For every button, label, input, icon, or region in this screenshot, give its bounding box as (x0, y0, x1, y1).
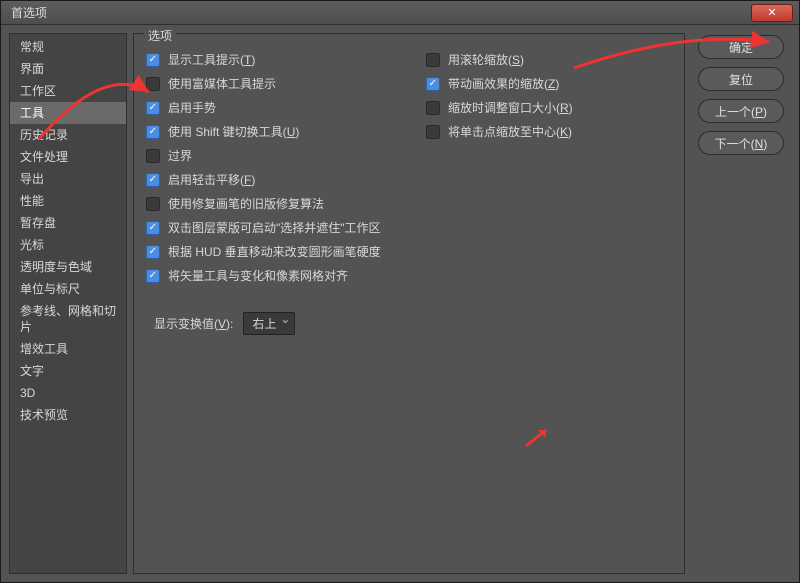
body: 常规 界面 工作区 工具 历史记录 文件处理 导出 性能 暂存盘 光标 透明度与… (1, 25, 799, 582)
sidebar-item-cursors[interactable]: 光标 (10, 234, 126, 256)
transform-values-row: 显示变换值(V): 右上 (134, 292, 684, 343)
opt-anim-zoom[interactable]: 带动画效果的缩放(Z) (426, 76, 626, 92)
prev-button[interactable]: 上一个(P) (698, 99, 784, 123)
checkbox[interactable] (146, 221, 160, 235)
checkbox[interactable] (426, 53, 440, 67)
opt-label: 过界 (168, 148, 192, 164)
preferences-window: 首选项 ✕ 常规 界面 工作区 工具 历史记录 文件处理 导出 性能 暂存盘 光… (0, 0, 800, 583)
sidebar-item-tools[interactable]: 工具 (10, 102, 126, 124)
dropdown-label: 显示变换值(V): (154, 315, 233, 332)
checkbox[interactable] (146, 269, 160, 283)
sidebar: 常规 界面 工作区 工具 历史记录 文件处理 导出 性能 暂存盘 光标 透明度与… (9, 33, 127, 574)
checkbox[interactable] (146, 197, 160, 211)
opt-label: 将单击点缩放至中心(K) (448, 124, 572, 140)
sidebar-item-type[interactable]: 文字 (10, 360, 126, 382)
checkbox[interactable] (146, 173, 160, 187)
opt-rich-tooltips[interactable]: 使用富媒体工具提示 (146, 76, 406, 92)
ok-button[interactable]: 确定 (698, 35, 784, 59)
opt-label: 显示工具提示(T) (168, 52, 255, 68)
opt-resize-window[interactable]: 缩放时调整窗口大小(R) (426, 100, 626, 116)
sidebar-item-techpreview[interactable]: 技术预览 (10, 404, 126, 426)
sidebar-item-workspace[interactable]: 工作区 (10, 80, 126, 102)
titlebar: 首选项 ✕ (1, 1, 799, 25)
window-title: 首选项 (11, 4, 751, 21)
opt-hud-hardness[interactable]: 根据 HUD 垂直移动来改变圆形画笔硬度 (146, 244, 406, 260)
opt-snap-vector[interactable]: 将矢量工具与变化和像素网格对齐 (146, 268, 406, 284)
sidebar-item-filehandling[interactable]: 文件处理 (10, 146, 126, 168)
opt-shift-switch[interactable]: 使用 Shift 键切换工具(U) (146, 124, 406, 140)
opt-label: 使用修复画笔的旧版修复算法 (168, 196, 324, 212)
options-grid: 显示工具提示(T) 使用富媒体工具提示 启用手势 使用 Shift 键切换工具(… (134, 34, 684, 292)
options-panel: 选项 显示工具提示(T) 使用富媒体工具提示 启用手势 使用 Shift 键切换… (133, 33, 685, 574)
opt-label: 双击图层蒙版可启动"选择并遮住"工作区 (168, 220, 381, 236)
opt-flick-pan[interactable]: 启用轻击平移(F) (146, 172, 406, 188)
opt-legacy-healing[interactable]: 使用修复画笔的旧版修复算法 (146, 196, 406, 212)
sidebar-item-general[interactable]: 常规 (10, 36, 126, 58)
sidebar-item-units[interactable]: 单位与标尺 (10, 278, 126, 300)
opt-overscroll[interactable]: 过界 (146, 148, 406, 164)
annotation-arrow-small (524, 424, 564, 457)
opt-label: 使用 Shift 键切换工具(U) (168, 124, 299, 140)
opt-label: 使用富媒体工具提示 (168, 76, 276, 92)
checkbox[interactable] (426, 125, 440, 139)
opt-scroll-zoom[interactable]: 用滚轮缩放(S) (426, 52, 626, 68)
opt-label: 缩放时调整窗口大小(R) (448, 100, 573, 116)
checkbox[interactable] (426, 77, 440, 91)
sidebar-item-3d[interactable]: 3D (10, 382, 126, 404)
checkbox[interactable] (426, 101, 440, 115)
opt-label: 启用轻击平移(F) (168, 172, 255, 188)
checkbox[interactable] (146, 53, 160, 67)
options-col-right: 用滚轮缩放(S) 带动画效果的缩放(Z) 缩放时调整窗口大小(R) 将单击点缩放… (426, 52, 626, 284)
group-label: 选项 (144, 27, 176, 44)
opt-gestures[interactable]: 启用手势 (146, 100, 406, 116)
opt-label: 启用手势 (168, 100, 216, 116)
options-col-left: 显示工具提示(T) 使用富媒体工具提示 启用手势 使用 Shift 键切换工具(… (146, 52, 406, 284)
opt-click-center[interactable]: 将单击点缩放至中心(K) (426, 124, 626, 140)
sidebar-item-export[interactable]: 导出 (10, 168, 126, 190)
opt-show-tooltips[interactable]: 显示工具提示(T) (146, 52, 406, 68)
sidebar-item-transparency[interactable]: 透明度与色域 (10, 256, 126, 278)
close-button[interactable]: ✕ (751, 4, 793, 22)
checkbox[interactable] (146, 149, 160, 163)
opt-label: 带动画效果的缩放(Z) (448, 76, 559, 92)
opt-label: 用滚轮缩放(S) (448, 52, 524, 68)
checkbox[interactable] (146, 77, 160, 91)
opt-label: 将矢量工具与变化和像素网格对齐 (168, 268, 348, 284)
reset-button[interactable]: 复位 (698, 67, 784, 91)
checkbox[interactable] (146, 125, 160, 139)
close-icon: ✕ (767, 6, 776, 19)
opt-dblclick-mask[interactable]: 双击图层蒙版可启动"选择并遮住"工作区 (146, 220, 406, 236)
sidebar-item-guides[interactable]: 参考线、网格和切片 (10, 300, 126, 338)
checkbox[interactable] (146, 101, 160, 115)
sidebar-item-scratch[interactable]: 暂存盘 (10, 212, 126, 234)
sidebar-item-plugins[interactable]: 增效工具 (10, 338, 126, 360)
button-pane: 确定 复位 上一个(P) 下一个(N) (691, 33, 791, 574)
checkbox[interactable] (146, 245, 160, 259)
next-button[interactable]: 下一个(N) (698, 131, 784, 155)
transform-values-dropdown[interactable]: 右上 (243, 312, 295, 335)
sidebar-item-history[interactable]: 历史记录 (10, 124, 126, 146)
sidebar-item-interface[interactable]: 界面 (10, 58, 126, 80)
opt-label: 根据 HUD 垂直移动来改变圆形画笔硬度 (168, 244, 381, 260)
sidebar-item-performance[interactable]: 性能 (10, 190, 126, 212)
